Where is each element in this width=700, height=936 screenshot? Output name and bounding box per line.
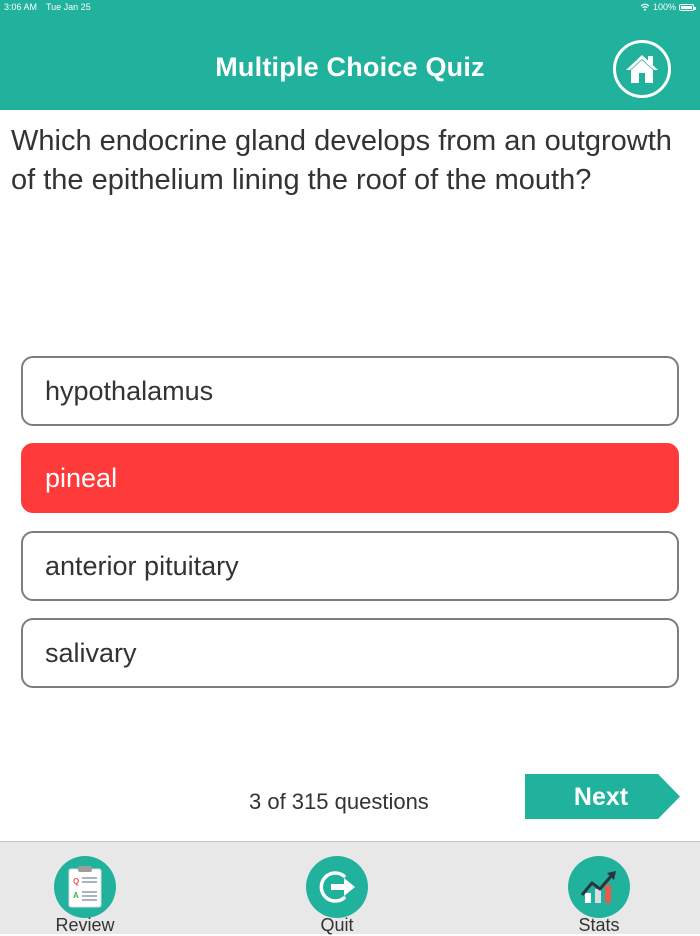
home-icon: [626, 55, 658, 83]
answer-option-4[interactable]: salivary: [21, 618, 679, 688]
answer-label: pineal: [45, 462, 118, 493]
tab-stats[interactable]: Stats: [539, 856, 659, 936]
next-label: Next: [573, 783, 629, 811]
tab-review[interactable]: Q A Review: [25, 856, 145, 936]
answer-label: hypothalamus: [45, 375, 214, 406]
answer-option-1[interactable]: hypothalamus: [21, 356, 679, 426]
header-bar: 3:06 AM Tue Jan 25 100% Multiple Choice …: [0, 0, 700, 110]
tab-quit[interactable]: Quit: [277, 856, 397, 936]
home-button[interactable]: [613, 40, 671, 98]
clipboard-icon: Q A: [68, 866, 102, 908]
answer-option-3[interactable]: anterior pituitary: [21, 531, 679, 601]
wifi-icon: [640, 3, 650, 11]
chart-icon: [580, 871, 616, 903]
tab-label: Review: [55, 915, 115, 935]
page-title: Multiple Choice Quiz: [215, 52, 485, 82]
answer-label: salivary: [45, 637, 137, 668]
svg-text:Q: Q: [73, 877, 79, 886]
status-bar: 3:06 AM Tue Jan 25 100%: [0, 0, 700, 14]
svg-text:A: A: [73, 891, 79, 900]
question-progress: 3 of 315 questions: [249, 789, 429, 814]
tab-label: Quit: [320, 915, 354, 935]
status-indicators: 100%: [640, 2, 696, 12]
battery-percent: 100%: [652, 2, 676, 12]
review-icon-circle: Q A: [54, 856, 116, 918]
quit-icon-circle: [306, 856, 368, 918]
tab-label: Stats: [578, 915, 620, 935]
status-date: Tue Jan 25: [46, 2, 91, 12]
status-time: 3:06 AM: [4, 2, 38, 12]
next-button[interactable]: Next: [525, 774, 680, 819]
answer-label: anterior pituitary: [45, 550, 239, 581]
battery-icon: [679, 3, 696, 11]
answer-option-2[interactable]: pineal: [21, 443, 679, 513]
exit-icon: [319, 871, 355, 903]
question-text: Which endocrine gland develops from an o…: [11, 125, 672, 196]
stats-icon-circle: [568, 856, 630, 918]
bottom-tab-bar: Q A Review Quit Stats: [0, 841, 700, 936]
